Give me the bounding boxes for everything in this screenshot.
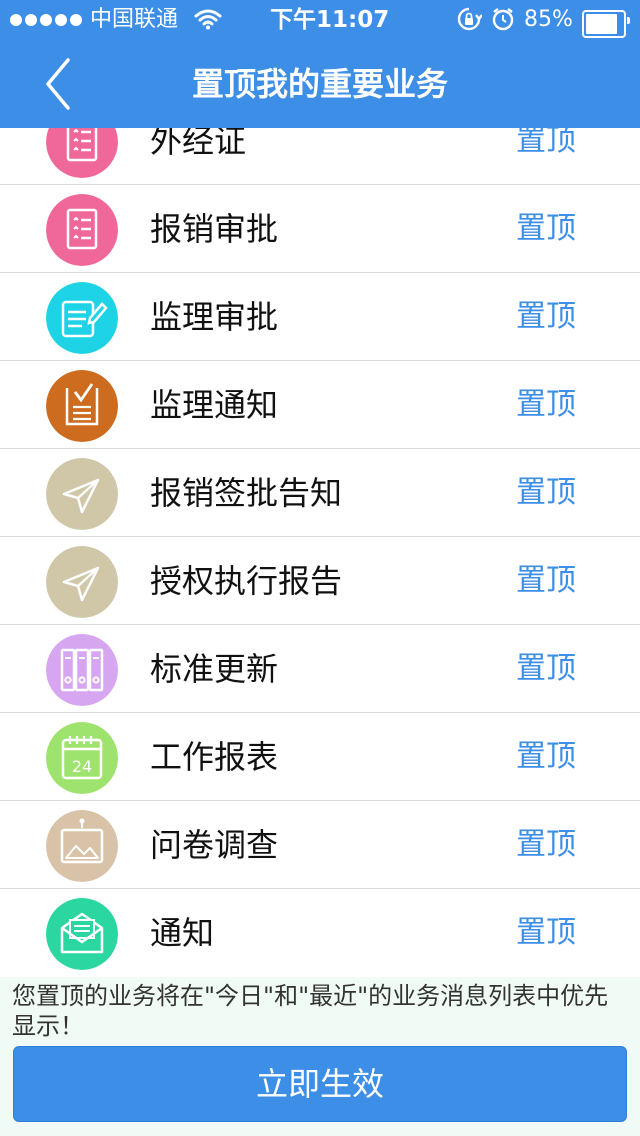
footer-note: 您置顶的业务将在"今日"和"最近"的业务消息列表中优先显示！ [12,982,609,1040]
list-item: 监理通知 置顶 [0,361,640,449]
item-label: 监理通知 [150,386,279,424]
pin-to-top-button[interactable]: 置顶 [516,823,576,867]
list-doc-icon [46,194,118,266]
pin-to-top-button[interactable]: 置顶 [516,735,576,779]
signal-strength-icon [10,6,85,34]
battery-icon [582,10,630,38]
list-item: 问卷调查 置顶 [0,801,640,889]
list-item: 24 工作报表 置顶 [0,713,640,801]
edit-document-icon [46,282,118,354]
checklist-icon [46,370,118,442]
wifi-icon [194,8,222,36]
item-label: 报销审批 [150,210,279,248]
list-item: 标准更新 置顶 [0,625,640,713]
alarm-icon [490,6,516,34]
paper-plane-icon [46,458,118,530]
pin-to-top-button[interactable]: 置顶 [516,471,576,515]
list-item: 外经证 置顶 [0,128,640,185]
envelope-icon [46,898,118,970]
pin-to-top-button[interactable]: 置顶 [516,295,576,339]
status-bar: 中国联通 下午11:07 85% [0,0,640,40]
item-label: 标准更新 [150,650,279,688]
navigation-bar: 置顶我的重要业务 [0,40,640,128]
item-label: 授权执行报告 [150,562,343,600]
pin-to-top-button[interactable]: 置顶 [516,128,576,163]
list-item: 报销签批告知 置顶 [0,449,640,537]
carrier-label: 中国联通 [90,7,179,32]
svg-text:24: 24 [72,757,92,776]
pin-to-top-button[interactable]: 置顶 [516,647,576,691]
battery-percentage: 85% [524,7,573,32]
item-label: 通知 [150,914,215,952]
list-item: 通知 置顶 [0,889,640,976]
item-label: 工作报表 [150,738,279,776]
picture-icon [46,810,118,882]
list-doc-icon [46,128,118,178]
binders-icon [46,634,118,706]
paper-plane-icon [46,546,118,618]
business-list[interactable]: 外经证 置顶 报销审批 置顶 监理审批 置顶 监理通知 置顶 报销签批告知 置顶… [0,128,640,976]
item-label: 监理审批 [150,298,279,336]
item-label: 报销签批告知 [150,474,343,512]
list-item: 报销审批 置顶 [0,185,640,273]
apply-now-button[interactable]: 立即生效 [13,1046,627,1122]
calendar-icon: 24 [46,722,118,794]
pin-to-top-button[interactable]: 置顶 [516,383,576,427]
list-item: 授权执行报告 置顶 [0,537,640,625]
pin-to-top-button[interactable]: 置顶 [516,559,576,603]
footer-panel: 您置顶的业务将在"今日"和"最近"的业务消息列表中优先显示！ 立即生效 [0,977,640,1136]
item-label: 外经证 [150,128,247,160]
rotation-lock-icon [456,6,483,34]
item-label: 问卷调查 [150,826,279,864]
page-title: 置顶我的重要业务 [191,65,448,103]
pin-to-top-button[interactable]: 置顶 [516,911,576,955]
pin-to-top-button[interactable]: 置顶 [516,207,576,251]
clock-time: 下午11:07 [270,7,390,33]
list-item: 监理审批 置顶 [0,273,640,361]
